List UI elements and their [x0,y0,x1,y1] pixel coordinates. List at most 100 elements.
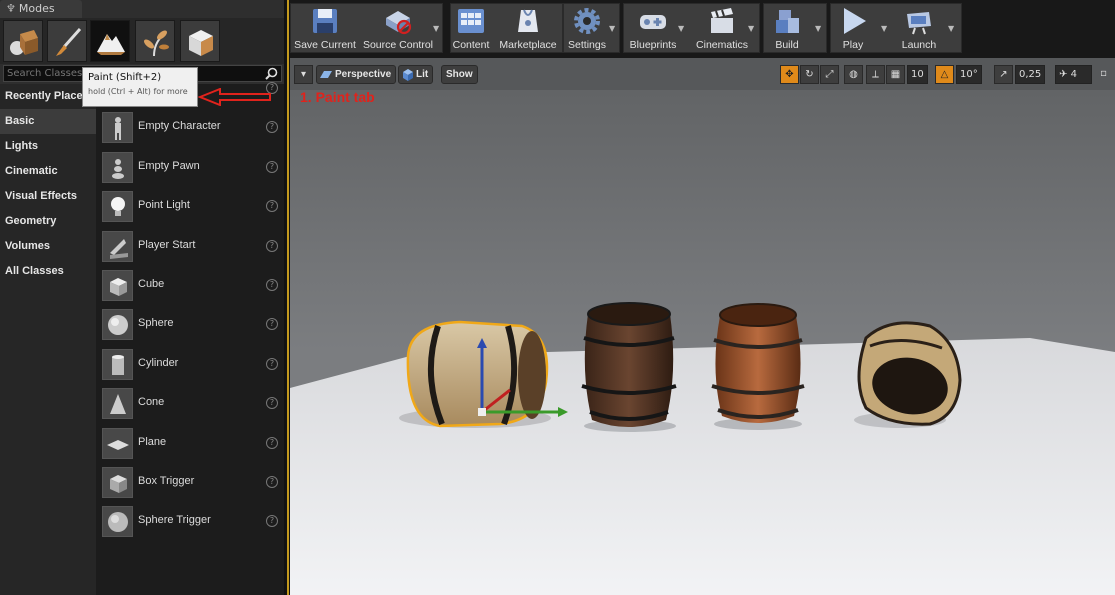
item-sphere[interactable]: Sphere? [102,308,280,342]
source-control-button[interactable]: Source Control [360,3,436,53]
category-basic[interactable]: Basic [0,109,96,134]
help-icon[interactable]: ? [266,121,278,134]
marketplace-button[interactable]: Marketplace [497,3,559,53]
item-plane[interactable]: Plane? [102,427,280,461]
category-cinematic[interactable]: Cinematic [0,159,96,184]
level-viewport[interactable] [290,90,1115,595]
place-mode-button[interactable] [3,20,43,62]
translate-mode-button[interactable]: ✥ [780,65,799,84]
item-thumbnail [102,230,133,262]
camera-speed-button[interactable]: ✈ 4 [1055,65,1092,84]
launch-icon [907,12,931,35]
category-visual-effects[interactable]: Visual Effects [0,184,96,209]
help-icon[interactable]: ? [266,239,278,252]
lit-label: Lit [416,69,429,80]
help-icon[interactable]: ? [266,160,278,173]
barrel-open-ring[interactable] [854,321,962,428]
maximize-icon: ▫ [1100,68,1107,79]
play-label: Play [842,39,864,51]
rotate-mode-button[interactable]: ↻ [800,65,819,84]
blueprints-button[interactable]: Blueprints [626,3,680,53]
scale-snap-label: 0,25 [1019,69,1042,80]
build-dropdown-icon[interactable]: ▼ [815,24,821,33]
item-player-start[interactable]: Player Start? [102,230,280,264]
item-cube[interactable]: Cube? [102,269,280,303]
scale-snap-button[interactable]: ↗ [994,65,1013,84]
geometry-mode-button[interactable] [180,20,220,62]
cone-icon [110,394,126,415]
category-volumes[interactable]: Volumes [0,234,96,259]
scale-snap-value[interactable]: 0,25 [1015,65,1046,84]
modes-tab[interactable]: ♆ Modes [0,0,82,18]
item-point-light[interactable]: Point Light? [102,190,280,224]
landscape-mode-button[interactable] [90,20,130,62]
source-control-dropdown-icon[interactable]: ▼ [433,24,439,33]
settings-label: Settings [568,39,606,51]
annotation-label: 1. Paint tab [300,89,375,105]
help-icon[interactable]: ? [266,397,278,410]
play-button[interactable]: Play [833,3,873,53]
save-current-button[interactable]: Save Current [293,3,357,53]
launch-dropdown-icon[interactable]: ▼ [948,24,954,33]
paint-mode-button[interactable] [47,20,87,62]
settings-button[interactable]: Settings [565,3,609,53]
scale-mode-button[interactable]: ⤢ [820,65,839,84]
item-sphere-trigger[interactable]: Sphere Trigger? [102,505,280,539]
help-icon[interactable]: ? [266,357,278,370]
paint-tooltip: Paint (Shift+2) hold (Ctrl + Alt) for mo… [82,67,198,107]
help-icon[interactable]: ? [266,515,278,528]
marketplace-label: Marketplace [499,39,557,51]
build-button[interactable]: Build [766,3,808,53]
lit-button[interactable]: Lit [398,65,434,84]
item-label: Box Trigger [138,475,195,487]
foliage-mode-button[interactable] [135,20,175,62]
help-icon[interactable]: ? [266,318,278,331]
help-icon[interactable]: ? [266,436,278,449]
cinematics-button[interactable]: Cinematics [692,3,752,53]
build-label: Build [775,39,799,51]
perspective-button[interactable]: Perspective [316,65,397,84]
help-icon[interactable]: ? [266,200,278,213]
world-local-button[interactable]: ◍ [844,65,863,84]
item-thumbnail [102,112,133,144]
blueprints-icon [640,15,666,29]
barrel-dark[interactable] [581,302,677,432]
grid-snap-button[interactable]: ▦ [886,65,905,84]
player-start-icon [110,238,128,259]
show-button[interactable]: Show [441,65,478,84]
category-all-classes[interactable]: All Classes [0,259,96,284]
cinematics-dropdown-icon[interactable]: ▼ [748,24,754,33]
rotation-snap-value[interactable]: 10° [956,65,982,84]
landscape-icon [97,34,125,55]
rotation-snap-button[interactable]: △ [935,65,954,84]
modes-tab-label: Modes [18,2,55,15]
play-dropdown-icon[interactable]: ▼ [881,24,887,33]
viewport-options-button[interactable]: ▾ [294,65,313,84]
item-empty-pawn[interactable]: Empty Pawn? [102,151,280,185]
item-box-trigger[interactable]: Box Trigger? [102,466,280,500]
surface-snap-button[interactable]: ⟂ [866,65,885,84]
blueprints-dropdown-icon[interactable]: ▼ [678,24,684,33]
help-icon[interactable]: ? [266,279,278,291]
grid-snap-value[interactable]: 10 [907,65,928,84]
cylinder-icon [112,354,124,375]
launch-button[interactable]: Launch [895,3,943,53]
scale-icon: ⤢ [825,69,834,80]
scale-snap-icon: ↗ [999,69,1008,80]
settings-dropdown-icon[interactable]: ▼ [609,24,615,33]
item-cone[interactable]: Cone? [102,387,280,421]
category-lights[interactable]: Lights [0,134,96,159]
item-empty-character[interactable]: Empty Character? [102,111,280,145]
barrel-red[interactable] [711,303,805,430]
save-current-label: Save Current [294,39,356,51]
point-light-icon [111,197,125,217]
globe-icon: ◍ [849,69,858,80]
maximize-viewport-button[interactable]: ▫ [1096,65,1111,84]
item-thumbnail [102,191,133,223]
clapperboard-icon [711,8,733,33]
category-geometry[interactable]: Geometry [0,209,96,234]
help-icon[interactable]: ? [266,476,278,488]
barrel-selected[interactable] [399,320,568,428]
item-cylinder[interactable]: Cylinder? [102,348,280,382]
content-button[interactable]: Content [451,3,491,53]
